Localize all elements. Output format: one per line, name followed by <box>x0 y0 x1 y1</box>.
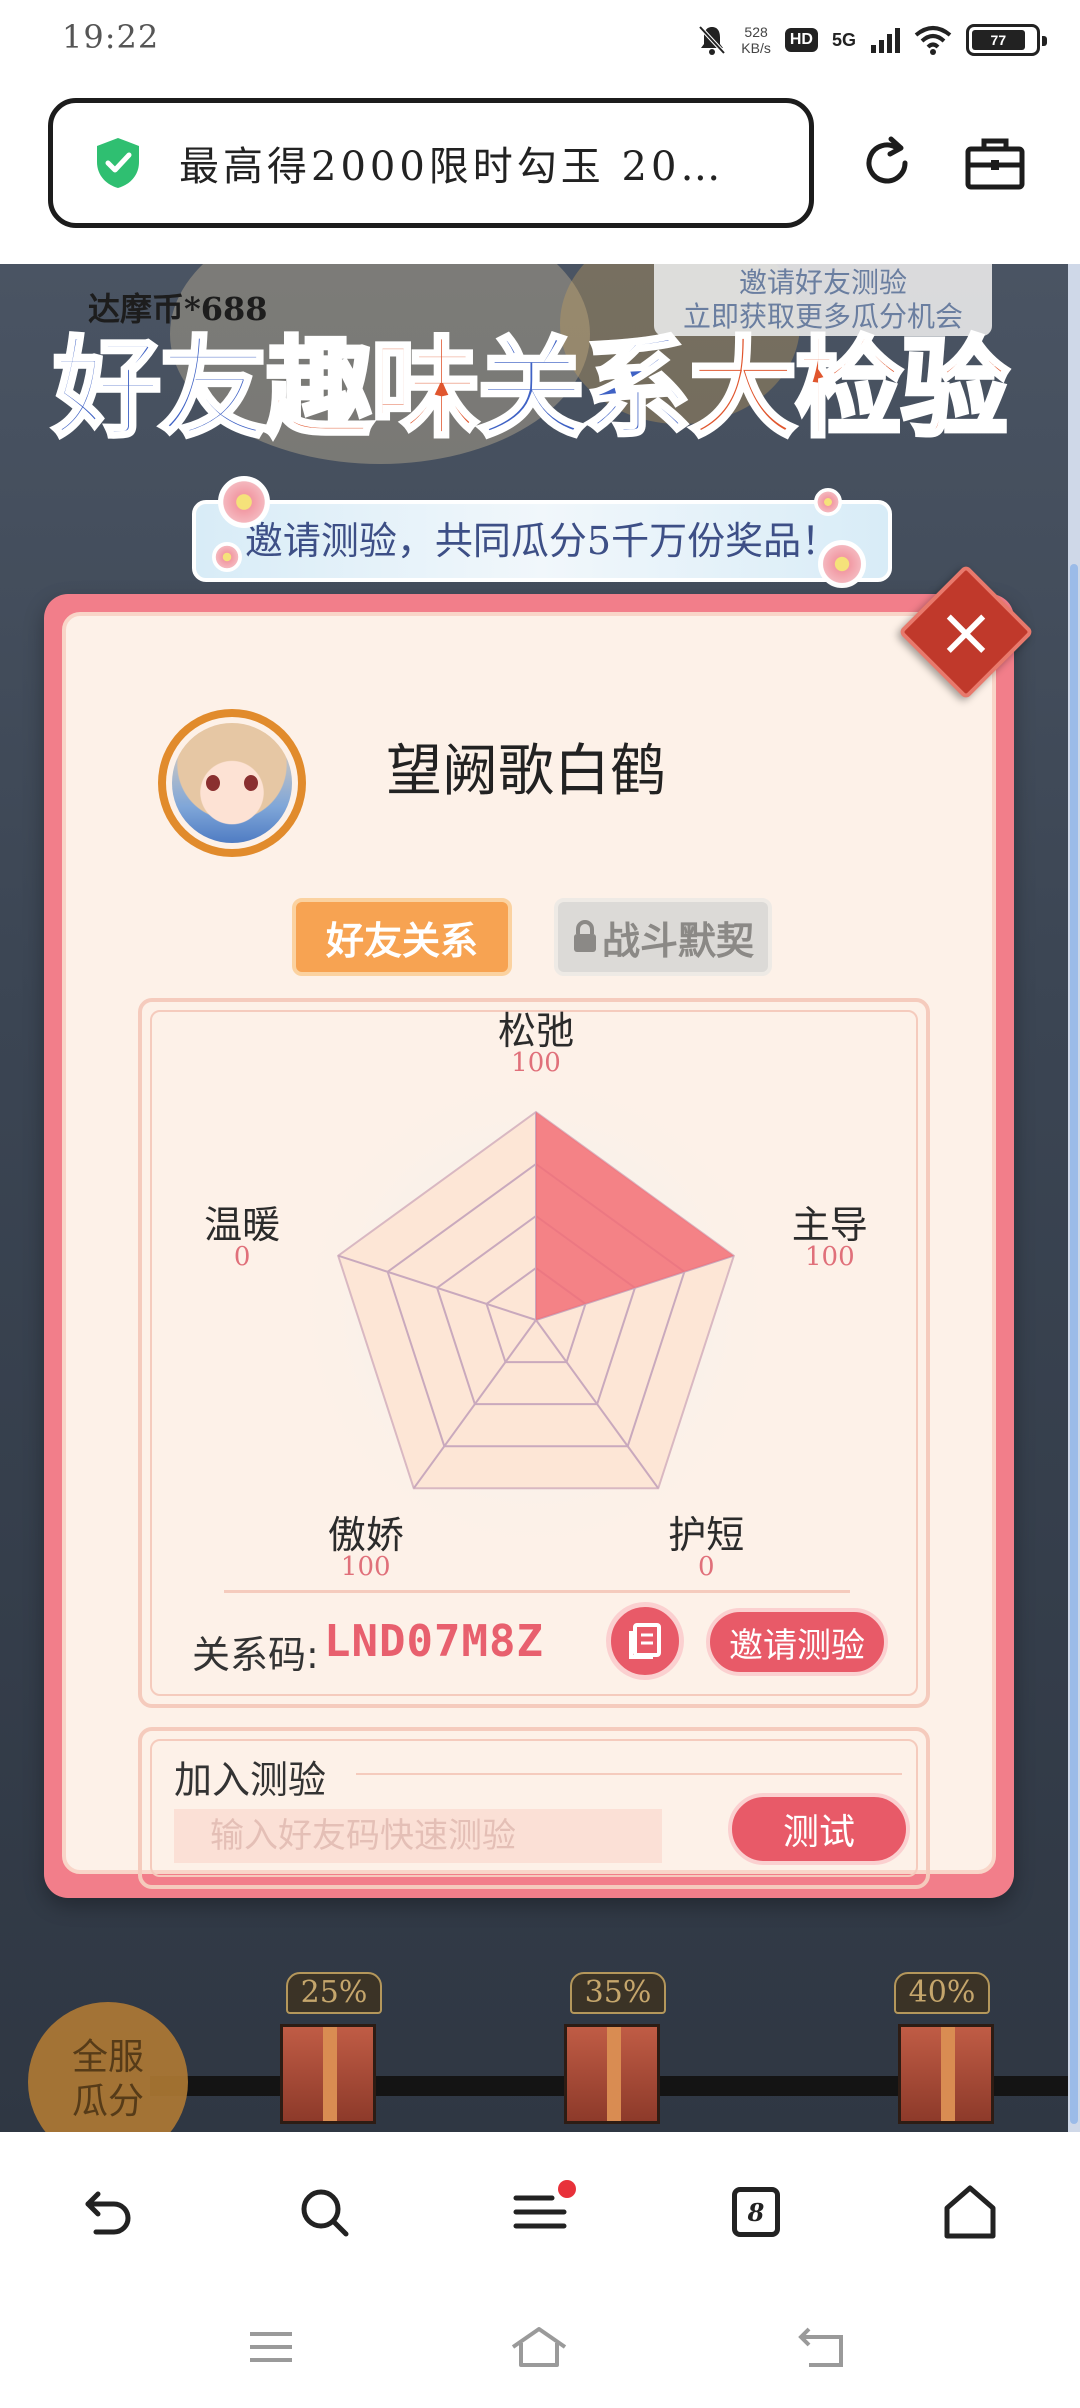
status-icons: 528 KB/s HD 5G 77 <box>697 18 1047 62</box>
copy-icon <box>629 1623 661 1659</box>
net-speed-unit: KB/s <box>741 40 771 56</box>
menu-icon <box>513 2195 567 2229</box>
recents-button[interactable] <box>236 2312 306 2382</box>
server-share-badge[interactable]: 全服 瓜分 <box>28 2002 188 2132</box>
flower-icon <box>218 476 270 528</box>
scrollbar[interactable] <box>1068 264 1080 2132</box>
radar-axis-label: 松弛 <box>497 1009 574 1053</box>
radar-panel: 松弛 100 主导 100 护短 0 傲娇 100 温暖 0 关系码: LND07M8Z 邀请测验 <box>138 998 930 1708</box>
milestone-percent: 25% <box>286 1972 382 2014</box>
relation-code-label: 关系码: <box>192 1633 319 1677</box>
title-part2: 趣味 <box>263 324 481 454</box>
net-speed: 528 KB/s <box>741 24 771 56</box>
search-icon <box>301 2189 349 2237</box>
milestone-percent: 35% <box>570 1972 666 2014</box>
tab-count: 8 <box>732 2187 780 2237</box>
hd-badge: HD <box>784 28 818 52</box>
radar-axis-label: 主导 <box>791 1202 868 1247</box>
gift-box-icon[interactable] <box>564 2024 660 2124</box>
divider <box>224 1590 850 1593</box>
toolbox-icon <box>965 138 1025 190</box>
battery-level: 77 <box>972 30 1025 50</box>
tabs-button[interactable]: 8 <box>716 2172 796 2252</box>
close-icon[interactable]: × <box>918 584 1014 680</box>
refresh-button[interactable] <box>852 128 922 198</box>
back-arrow-icon <box>85 2191 131 2235</box>
server-share-line1: 全服 <box>71 2037 144 2078</box>
menu-button[interactable] <box>500 2172 580 2252</box>
invite-test-button[interactable]: 邀请测验 <box>706 1608 888 1676</box>
battery-icon: 77 <box>966 24 1047 56</box>
system-back-icon <box>798 2327 843 2367</box>
network-type: 5G <box>831 29 856 50</box>
radar-chart <box>286 1062 786 1562</box>
flower-icon <box>212 542 242 572</box>
test-button[interactable]: 测试 <box>728 1793 910 1865</box>
system-back-button[interactable] <box>786 2312 856 2382</box>
mute-bell-icon <box>698 25 726 55</box>
radar-axis-label: 傲娇 <box>327 1513 404 1558</box>
radar-axis-value: 100 <box>511 1048 561 1078</box>
join-test-panel: 加入测验 测试 <box>138 1727 930 1889</box>
title-part3: 关系 <box>475 324 693 454</box>
subtitle-banner: 邀请测验，共同瓜分5千万份奖品！ <box>192 500 892 582</box>
title-part4: 大检验 <box>687 324 1011 454</box>
secure-shield-icon <box>97 138 139 188</box>
back-button[interactable] <box>68 2172 148 2252</box>
friend-code-input[interactable] <box>174 1809 662 1863</box>
notification-dot <box>558 2180 576 2198</box>
radar-axis-label: 护短 <box>668 1513 745 1558</box>
signal-icon <box>871 28 900 53</box>
web-content: 达摩币*688 邀请好友测验 立即获取更多瓜分机会 好友趣味关系大检验 邀请测验… <box>0 264 1068 2132</box>
avatar <box>158 709 306 857</box>
url-text: 最高得2000限时勾玉 20… <box>179 144 725 190</box>
join-title-line <box>356 1773 902 1775</box>
avatar-image <box>172 723 292 843</box>
server-share-line2: 瓜分 <box>71 2081 144 2122</box>
status-bar: 19:22 528 KB/s HD 5G 77 <box>0 0 1080 80</box>
browser-address-bar: 最高得2000限时勾玉 20… <box>0 80 1080 264</box>
player-name: 望阙歌白鹤 <box>386 739 666 804</box>
toolbox-button[interactable] <box>960 128 1030 198</box>
recents-icon <box>250 2332 292 2362</box>
lock-icon <box>573 920 596 952</box>
system-nav-bar <box>0 2282 1080 2408</box>
flower-icon <box>818 540 866 588</box>
relation-modal: 望阙歌白鹤 好友关系 战斗默契 松弛 100 主导 100 护短 0 傲娇 10… <box>44 594 1014 1898</box>
radar-axis-label: 温暖 <box>204 1202 281 1247</box>
system-home-button[interactable] <box>504 2312 574 2382</box>
radar-axis-value: 100 <box>804 1241 855 1272</box>
invite-tip-line1: 邀请好友测验 <box>738 266 907 299</box>
wifi-icon <box>914 26 952 55</box>
milestone-percent: 40% <box>894 1972 990 2014</box>
browser-bottom-nav: 8 <box>0 2132 1080 2282</box>
refresh-icon <box>866 136 908 184</box>
page-title: 好友趣味关系大检验 <box>30 324 1030 454</box>
scrollbar-thumb[interactable] <box>1070 564 1078 2124</box>
gift-box-icon[interactable] <box>280 2024 376 2124</box>
url-field[interactable]: 最高得2000限时勾玉 20… <box>48 98 814 228</box>
join-title: 加入测验 <box>174 1758 327 1802</box>
gift-box-icon[interactable] <box>898 2024 994 2124</box>
flower-icon <box>814 488 842 516</box>
radar-axis-value: 0 <box>233 1241 251 1272</box>
home-icon <box>944 2185 996 2239</box>
system-home-icon <box>511 2327 567 2367</box>
radar-axis-value: 0 <box>697 1552 715 1583</box>
modal-body: 望阙歌白鹤 好友关系 战斗默契 松弛 100 主导 100 护短 0 傲娇 10… <box>62 612 996 1889</box>
status-time: 19:22 <box>62 18 160 56</box>
title-part1: 好友 <box>51 324 269 454</box>
search-button[interactable] <box>284 2172 364 2252</box>
tab-battle-tacit[interactable]: 战斗默契 <box>554 898 772 976</box>
tab-battle-tacit-label: 战斗默契 <box>601 917 754 963</box>
radar-axis-value: 100 <box>340 1552 391 1583</box>
tab-friend-relation[interactable]: 好友关系 <box>292 898 512 976</box>
net-speed-value: 528 <box>744 24 768 40</box>
copy-code-button[interactable] <box>606 1602 684 1680</box>
relation-code: LND07M8Z <box>324 1616 544 1667</box>
home-button[interactable] <box>930 2172 1010 2252</box>
